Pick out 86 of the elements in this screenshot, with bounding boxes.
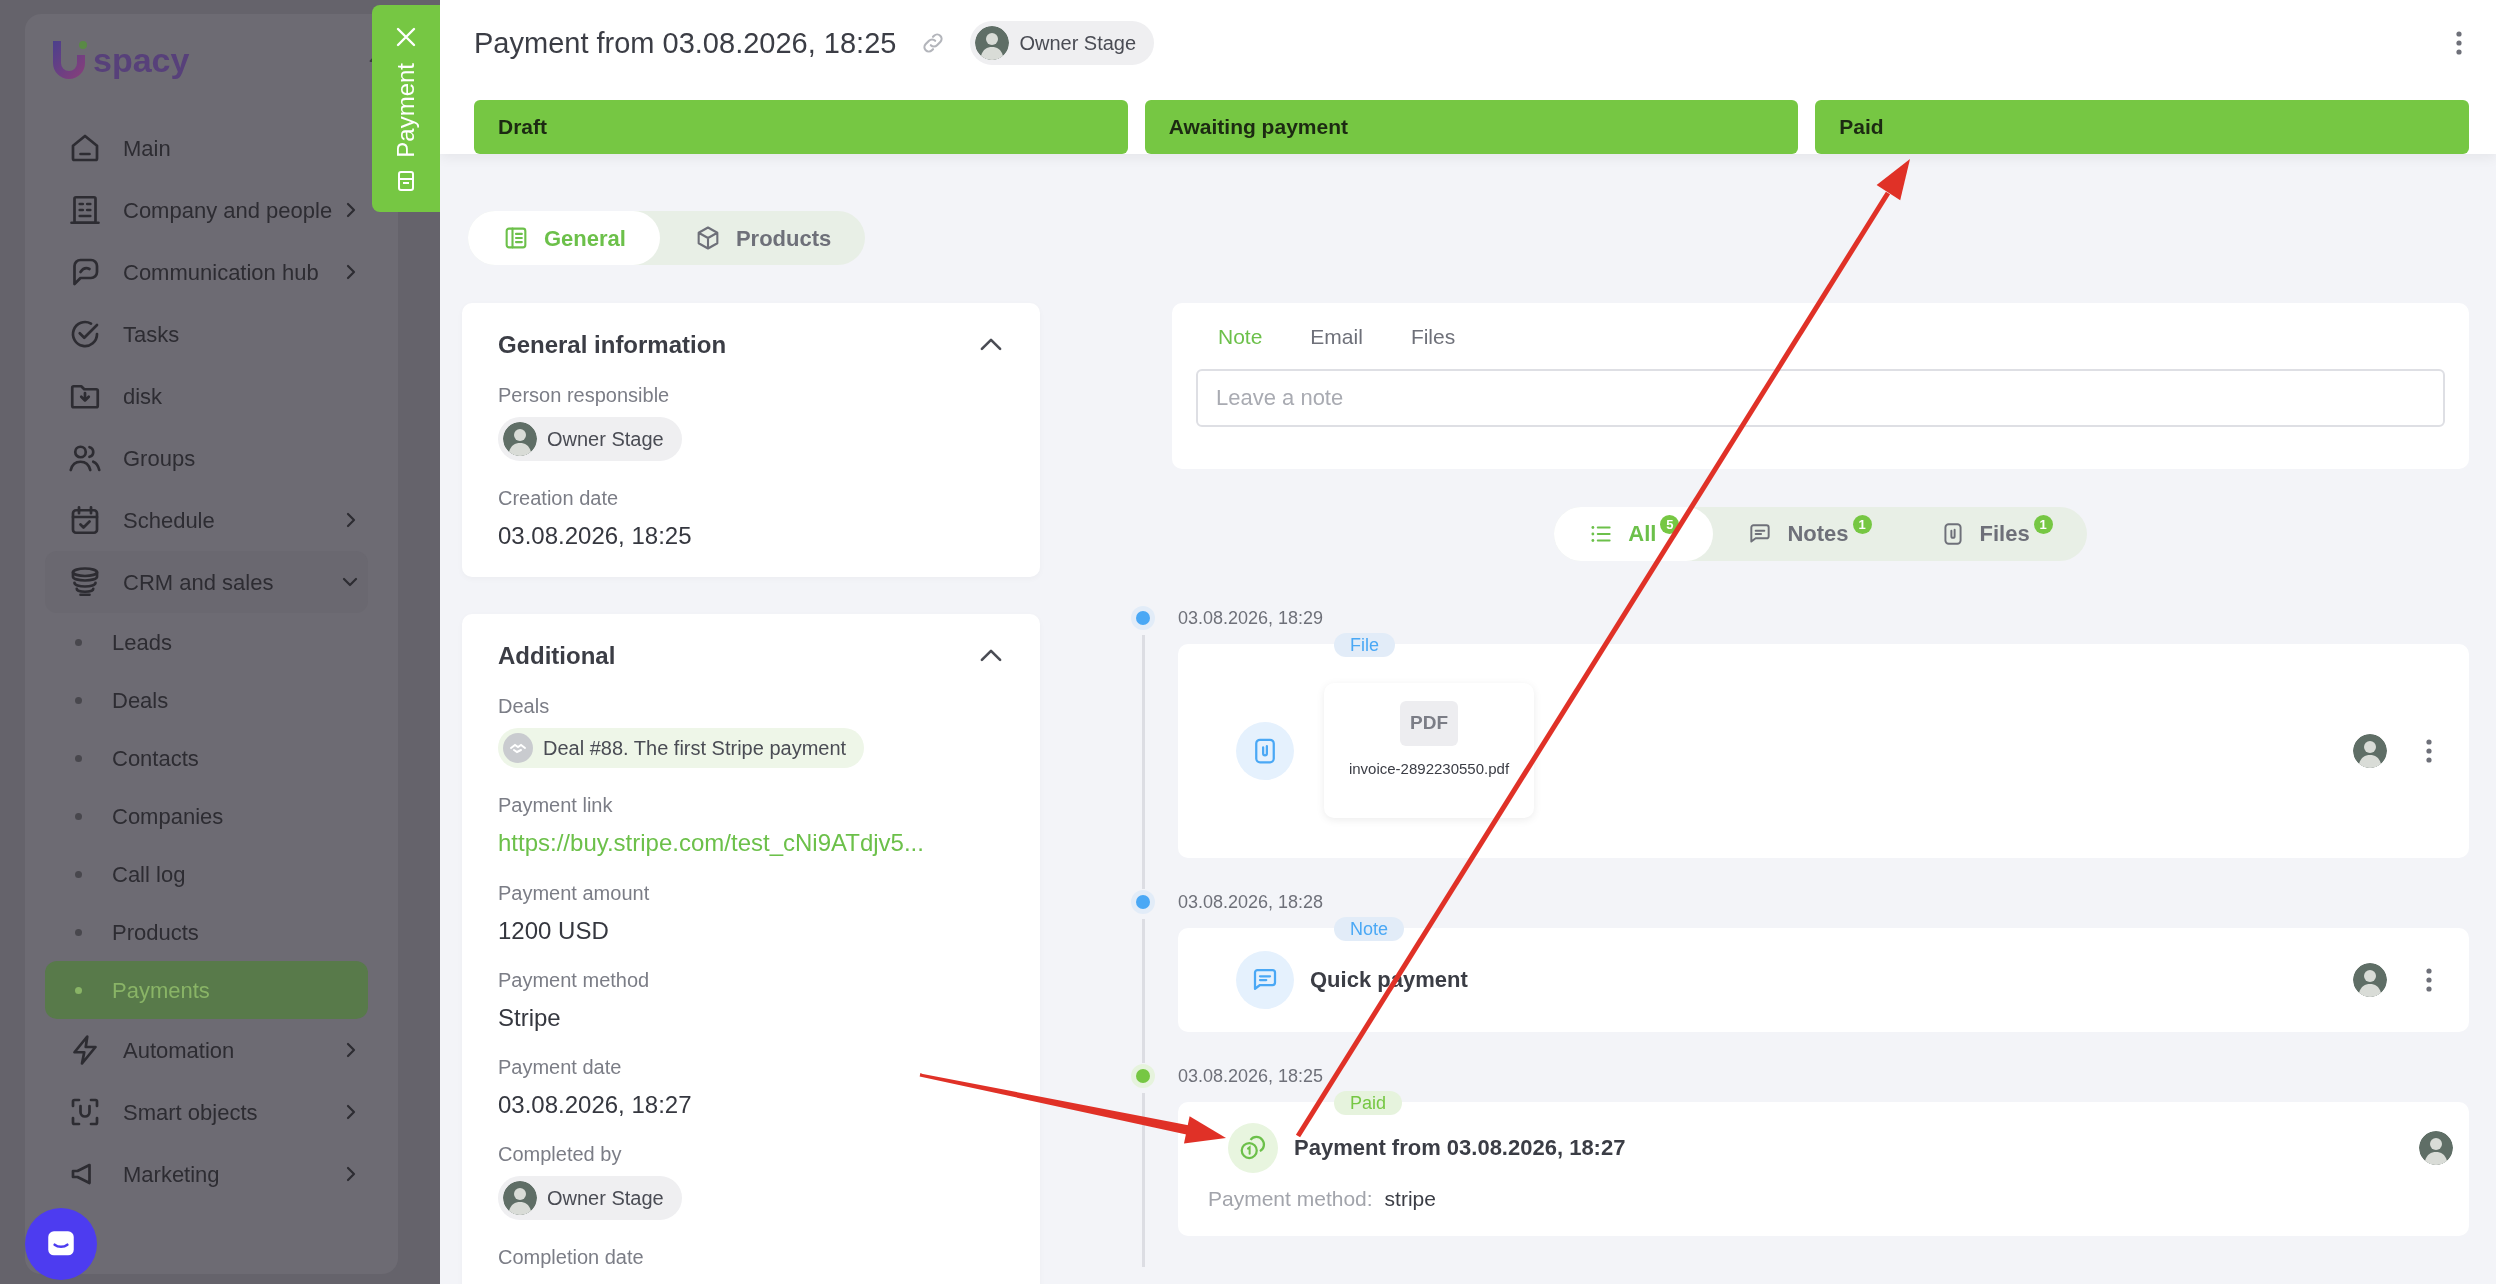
avatar-icon [2353, 733, 2387, 768]
count-badge: 1 [1852, 515, 1872, 535]
detail-label: Payment method: [1208, 1185, 1373, 1212]
composer-tab[interactable]: Note [1194, 321, 1287, 353]
sidebar-item[interactable]: CRM and sales [45, 551, 368, 613]
field-label: Completed by [498, 1142, 623, 1167]
card-title: Additional [498, 641, 616, 671]
timeline-date: 03.08.2026, 18:28 [1178, 890, 1325, 914]
sidebar-item[interactable]: Automation [45, 1019, 368, 1081]
bullet-icon [75, 754, 82, 762]
filter-tab[interactable]: Files 1 [1905, 506, 2087, 561]
avatar-icon [503, 422, 537, 456]
field-label: Creation date [498, 486, 620, 511]
avatar-icon [503, 1181, 537, 1215]
tag-label: File [1334, 632, 1395, 657]
count-badge: 1 [2033, 515, 2053, 535]
card-title: General information [498, 330, 727, 360]
sidebar-item[interactable]: Groups [45, 427, 368, 489]
sidebar-item[interactable]: Contacts [45, 729, 368, 787]
file-type: PDF [1400, 701, 1458, 746]
more-icon[interactable] [2455, 30, 2463, 56]
sidebar-item[interactable]: Call log [45, 845, 368, 903]
sidebar-item[interactable]: Communication hub [45, 241, 368, 303]
field-label: Person responsible [498, 383, 671, 408]
filter-tab[interactable]: Notes 1 [1713, 506, 1906, 561]
timeline-date: 03.08.2026, 18:29 [1178, 606, 1325, 630]
handshake-icon [503, 733, 533, 763]
avatar-icon [975, 26, 1010, 60]
sidebar-item[interactable]: Main [45, 117, 368, 179]
avatar-icon [2353, 962, 2387, 997]
sidebar-item[interactable]: Payments [45, 961, 368, 1019]
file-thumbnail[interactable]: PDF invoice-2892230550.pdf [1324, 683, 1534, 818]
payment-title: Payment from 03.08.2026, 18:27 [1294, 1134, 1626, 1163]
sidebar-item[interactable]: disk [45, 365, 368, 427]
stage-step[interactable]: Paid [1815, 100, 2469, 154]
stage-step[interactable]: Draft [474, 100, 1128, 154]
bullet-icon [75, 696, 82, 704]
timeline-date: 03.08.2026, 18:25 [1178, 1064, 1325, 1088]
payment-link[interactable]: https://buy.stripe.com/test_cNi9ATdjv5... [498, 829, 924, 856]
bullet-icon [75, 638, 82, 646]
sidebar-item[interactable]: Schedule [45, 489, 368, 551]
note-input-field[interactable]: Leave a note [1196, 368, 2445, 427]
deal-chip[interactable]: Deal #88. The first Stripe payment [498, 728, 865, 768]
field-label: Completion date [498, 1245, 645, 1270]
sidebar-item[interactable]: Companies [45, 787, 368, 845]
document-icon [396, 169, 416, 192]
composer-tab[interactable]: Email [1286, 321, 1387, 353]
bullet-icon [75, 928, 82, 936]
field-value: 1200 USD [498, 916, 610, 946]
tab[interactable]: General [468, 211, 660, 265]
field-value: 03.08.2026, 18:25 [498, 521, 693, 551]
sidebar-item[interactable]: Leads [45, 613, 368, 671]
field-label: Payment method [498, 968, 651, 993]
field-value: 03.08.2026, 18:27 [498, 1090, 693, 1120]
tag-label: Paid [1334, 1090, 1403, 1115]
side-tab-label: Payment [391, 63, 420, 158]
bullet-icon [75, 986, 82, 994]
composer-tab[interactable]: Files [1386, 321, 1480, 353]
page-title: Payment from 03.08.2026, 18:25 [474, 25, 897, 61]
sidebar-item[interactable]: Deals [45, 671, 368, 729]
owner-chip[interactable]: Owner Stage [970, 21, 1155, 65]
file-name: invoice-2892230550.pdf [1348, 758, 1510, 779]
sidebar-item[interactable]: Products [45, 903, 368, 961]
field-value: Stripe [498, 1003, 562, 1033]
detail-value: stripe [1384, 1185, 1436, 1212]
person-chip[interactable]: Owner Stage [498, 417, 682, 461]
side-tab[interactable]: Payment [372, 5, 440, 212]
filter-tab[interactable]: All 5 [1554, 506, 1714, 561]
sidebar-item[interactable]: Marketing [45, 1143, 368, 1205]
stage-step[interactable]: Awaiting payment [1144, 100, 1799, 154]
more-icon[interactable] [2425, 966, 2433, 993]
sidebar-item[interactable]: Tasks [45, 303, 368, 365]
more-icon[interactable] [2425, 737, 2433, 764]
field-label: Deals [498, 694, 551, 719]
coins-icon [1228, 1122, 1278, 1173]
avatar-icon [2419, 1130, 2453, 1165]
person-chip[interactable]: Owner Stage [498, 1176, 682, 1220]
tag-label: Note [1334, 916, 1405, 941]
field-label: Payment amount [498, 881, 651, 906]
bullet-icon [75, 870, 82, 878]
bullet-icon [75, 812, 82, 820]
sidebar-item[interactable]: Smart objects [45, 1081, 368, 1143]
field-label: Payment link [498, 793, 614, 818]
sidebar-item[interactable]: Company and people [45, 179, 368, 241]
tab[interactable]: Products [659, 211, 866, 265]
field-label: Payment date [498, 1055, 623, 1080]
